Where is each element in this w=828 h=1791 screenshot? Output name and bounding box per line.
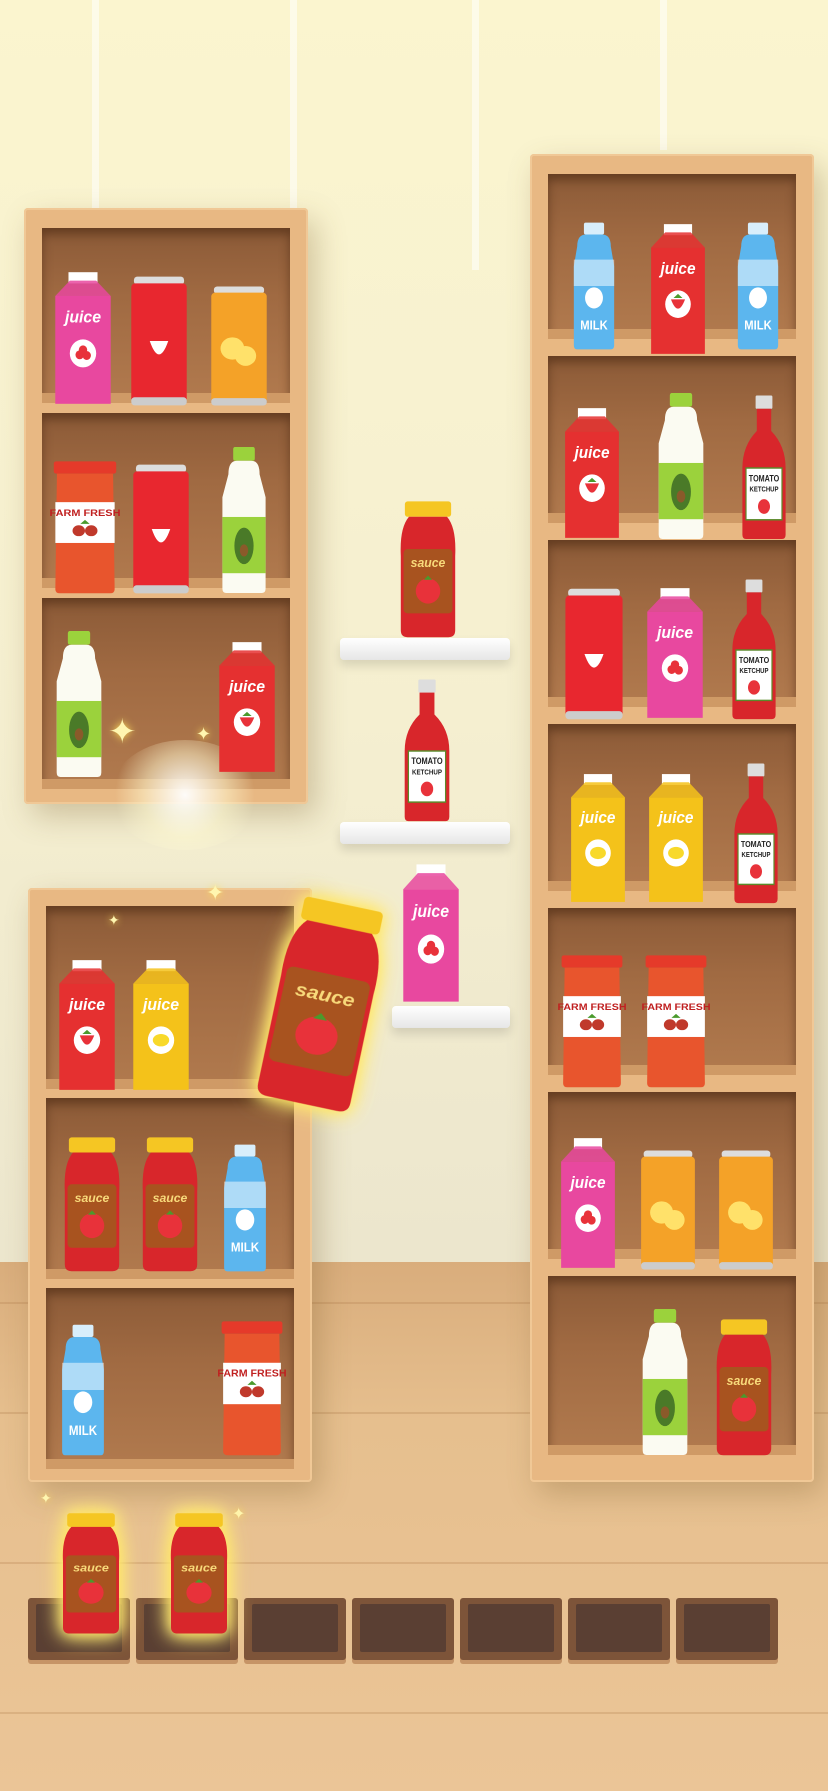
svg-text:juice: juice	[657, 810, 694, 828]
avocado-bottle[interactable]	[214, 444, 274, 596]
light-beam	[660, 0, 667, 150]
svg-text:juice: juice	[227, 678, 265, 696]
game-scene: ✦ ✦ ✦ ✦ ✦ ✦ juice FARM FRESH juice sauce…	[0, 0, 828, 1791]
juice-carton[interactable]: juice	[560, 404, 624, 542]
juice-carton[interactable]: juice	[214, 638, 280, 776]
soda-can-strawberry[interactable]	[128, 462, 194, 596]
sauce-jar[interactable]: sauce	[56, 1512, 126, 1636]
light-beam	[290, 0, 297, 210]
svg-text:juice: juice	[67, 996, 105, 1014]
milk-bottle[interactable]: MILK	[566, 220, 622, 352]
avocado-bottle[interactable]	[48, 628, 110, 780]
svg-text:FARM FRESH: FARM FRESH	[557, 1002, 626, 1012]
svg-text:juice: juice	[141, 996, 179, 1014]
juice-carton[interactable]: juice	[646, 220, 710, 358]
sparkle-icon: ✦	[108, 912, 120, 928]
tray-slot[interactable]	[460, 1598, 562, 1660]
center-ledge[interactable]	[392, 1006, 510, 1028]
farm-fresh-jar[interactable]: FARM FRESH	[46, 460, 124, 596]
sauce-jar[interactable]: sauce	[136, 1136, 204, 1274]
sauce-jar[interactable]: sauce	[164, 1512, 234, 1636]
milk-bottle[interactable]: MILK	[216, 1142, 274, 1274]
tray-slot[interactable]	[676, 1598, 778, 1660]
svg-text:sauce: sauce	[153, 1191, 188, 1205]
juice-carton[interactable]: juice	[128, 956, 194, 1094]
juice-carton[interactable]: juice	[398, 860, 464, 1006]
farm-fresh-jar[interactable]: FARM FRESH	[214, 1320, 290, 1458]
svg-text:FARM FRESH: FARM FRESH	[50, 508, 121, 518]
soda-can-strawberry[interactable]	[126, 274, 192, 408]
svg-text:KETCHUP: KETCHUP	[412, 769, 442, 777]
svg-text:sauce: sauce	[727, 1374, 762, 1388]
svg-text:juice: juice	[411, 901, 449, 921]
svg-text:juice: juice	[579, 810, 616, 828]
center-ledge[interactable]	[340, 822, 510, 844]
svg-text:sauce: sauce	[75, 1191, 110, 1205]
tray-slot[interactable]	[352, 1598, 454, 1660]
svg-text:juice: juice	[659, 260, 696, 278]
svg-text:TOMATO: TOMATO	[741, 839, 771, 849]
ketchup-bottle[interactable]: TOMATO KETCHUP	[396, 678, 458, 824]
sauce-jar[interactable]: sauce	[710, 1318, 778, 1458]
svg-text:juice: juice	[655, 624, 693, 642]
svg-text:KETCHUP: KETCHUP	[742, 852, 771, 860]
collection-tray	[28, 1598, 800, 1660]
svg-text:sauce: sauce	[411, 556, 446, 570]
soda-can-orange[interactable]	[206, 284, 272, 408]
svg-text:TOMATO: TOMATO	[411, 757, 442, 767]
svg-text:MILK: MILK	[580, 318, 608, 333]
svg-text:sauce: sauce	[181, 1561, 217, 1574]
svg-text:MILK: MILK	[231, 1240, 259, 1255]
soda-can-orange[interactable]	[714, 1148, 778, 1272]
svg-text:KETCHUP: KETCHUP	[750, 486, 779, 494]
juice-carton[interactable]: juice	[50, 268, 116, 408]
svg-text:sauce: sauce	[73, 1561, 109, 1574]
juice-carton[interactable]: juice	[566, 770, 630, 906]
juice-carton[interactable]: juice	[644, 770, 708, 906]
light-beam	[472, 0, 479, 270]
milk-bottle[interactable]: MILK	[54, 1322, 112, 1458]
svg-text:MILK: MILK	[69, 1423, 97, 1438]
farm-fresh-jar[interactable]: FARM FRESH	[638, 954, 714, 1090]
tray-slot[interactable]	[568, 1598, 670, 1660]
avocado-bottle[interactable]	[650, 390, 712, 542]
soda-can-strawberry[interactable]	[560, 586, 628, 722]
sparkle-icon: ✦	[232, 1506, 246, 1523]
ketchup-bottle[interactable]: TOMATO KETCHUP	[724, 578, 784, 722]
ketchup-bottle[interactable]: TOMATO KETCHUP	[726, 762, 786, 906]
center-ledge[interactable]	[340, 638, 510, 660]
soda-can-orange[interactable]	[636, 1148, 700, 1272]
juice-carton[interactable]: juice	[556, 1134, 620, 1272]
svg-text:TOMATO: TOMATO	[749, 474, 779, 484]
juice-carton[interactable]: juice	[642, 584, 708, 722]
svg-text:TOMATO: TOMATO	[739, 655, 769, 665]
svg-text:juice: juice	[63, 308, 101, 327]
sparkle-icon: ✦	[206, 880, 225, 905]
svg-text:KETCHUP: KETCHUP	[740, 668, 769, 676]
sauce-jar[interactable]: sauce	[58, 1136, 126, 1274]
sparkle-icon: ✦	[108, 713, 137, 751]
svg-text:FARM FRESH: FARM FRESH	[641, 1002, 710, 1012]
ketchup-bottle[interactable]: TOMATO KETCHUP	[734, 394, 794, 542]
tray-slot[interactable]	[244, 1598, 346, 1660]
light-beam	[92, 0, 99, 210]
svg-text:MILK: MILK	[744, 318, 772, 333]
avocado-bottle[interactable]	[634, 1306, 696, 1458]
svg-text:FARM FRESH: FARM FRESH	[217, 1369, 286, 1379]
sauce-jar[interactable]: sauce	[394, 500, 462, 640]
sparkle-icon: ✦	[40, 1490, 52, 1506]
svg-text:juice: juice	[569, 1174, 606, 1192]
farm-fresh-jar[interactable]: FARM FRESH	[554, 954, 630, 1090]
milk-bottle[interactable]: MILK	[730, 220, 786, 352]
svg-text:juice: juice	[573, 444, 610, 462]
juice-carton[interactable]: juice	[54, 956, 120, 1094]
